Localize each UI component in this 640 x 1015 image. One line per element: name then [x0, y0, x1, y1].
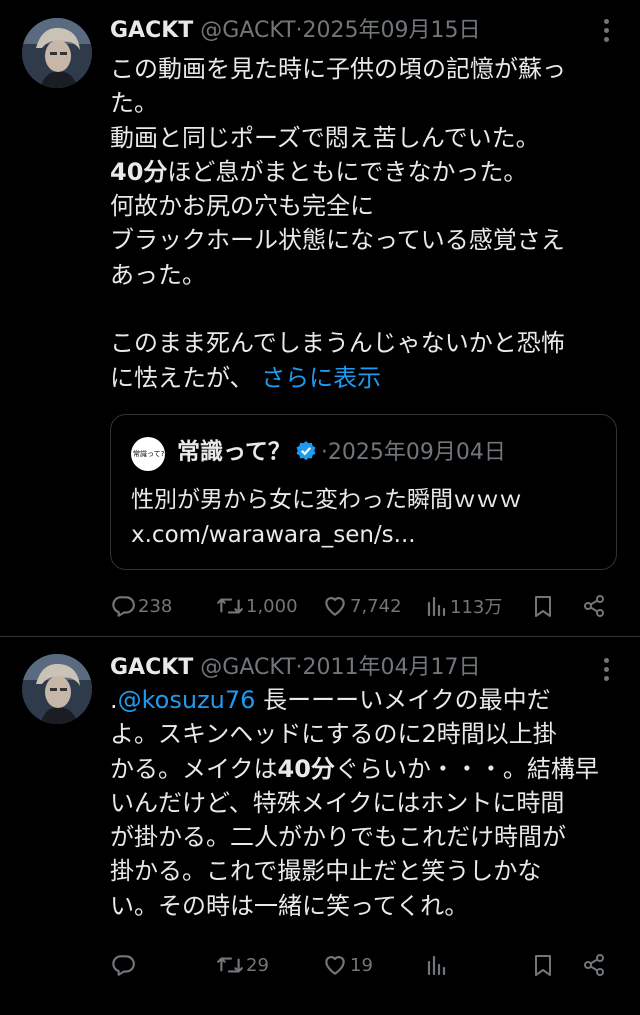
quote-avatar-text: 常識って?	[133, 450, 165, 458]
author-handle[interactable]: @GACKT	[200, 655, 295, 680]
bookmark-button[interactable]	[532, 950, 556, 980]
tweet-line-text: に怯えたが、	[110, 363, 254, 392]
quote-text: 性別が男から女に変わった瞬間ｗｗｗ x.com/warawara_sen/s..…	[131, 483, 611, 552]
share-icon	[584, 954, 604, 976]
views-button[interactable]: 113万	[426, 591, 502, 621]
mention-link[interactable]: @kosuzu76	[118, 686, 256, 714]
tweet-line: .@kosuzu76 長ーーーいメイクの最中だ	[110, 683, 625, 717]
retweet-count: 1,000	[246, 595, 298, 617]
reply-icon	[112, 596, 135, 617]
quote-header: 常識って？ ·2025年09月04日	[177, 435, 506, 470]
tweet-line: かる。メイクは40分ぐらいか・・・。結構早	[110, 752, 625, 786]
tweet-line-post: ぐらいか・・・。結構早	[334, 754, 599, 783]
tweet-line: た。	[110, 89, 158, 118]
tweet-line: この動画を見た時に子供の頃の記憶が蘇っ	[110, 55, 566, 83]
author-name[interactable]: GACKT	[110, 655, 193, 680]
tweet-line: 40分ほど息がまともにできなかった。	[110, 155, 625, 189]
like-count: 7,742	[350, 595, 402, 617]
reply-icon	[112, 955, 135, 976]
tweet[interactable]: GACKT @GACKT·2011年04月17日 .@kosuzu76 長ーーー…	[0, 637, 640, 1015]
share-button[interactable]	[582, 950, 608, 980]
views-icon	[427, 955, 446, 976]
retweet-button[interactable]: 29	[216, 950, 269, 980]
tweet-line: よ。スキンヘッドにするのに2時間以上掛	[110, 720, 557, 749]
reply-button[interactable]	[110, 950, 138, 980]
tweet-line: 何故かお尻の穴も完全に	[110, 192, 374, 221]
like-button[interactable]: 19	[322, 950, 373, 980]
tweet-line: が掛かる。二人がかりでもこれだけ時間が	[110, 823, 566, 852]
quote-line: 性別が男から女に変わった瞬間ｗｗｗ	[131, 487, 522, 513]
separator: ·	[320, 440, 328, 465]
tweet-line-pre: かる。メイクは	[110, 754, 278, 783]
tweet-line-rest: ほど息がまともにできなかった。	[167, 157, 528, 186]
tweet-line: 動画と同じポーズで悶え苦しんでいた。	[110, 123, 540, 152]
quote-link[interactable]: x.com/warawara_sen/s...	[131, 518, 611, 553]
views-button[interactable]	[426, 950, 450, 980]
share-icon	[584, 595, 604, 617]
tweet-line: い。その時は一緒に笑ってくれ。	[110, 891, 469, 920]
avatar[interactable]	[22, 654, 92, 724]
retweet-button[interactable]: 1,000	[216, 591, 298, 621]
bookmark-icon	[535, 596, 551, 617]
post-date[interactable]: 2011年04月17日	[303, 655, 481, 680]
bookmark-button[interactable]	[532, 591, 556, 621]
tweet-line: あった。	[110, 260, 206, 289]
view-count: 113万	[450, 597, 503, 618]
like-icon	[325, 597, 345, 616]
tweet-line: いんだけど、特殊メイクにはホントに時間	[110, 788, 565, 817]
retweet-count: 29	[246, 954, 269, 976]
tweet-line: ブラックホール状態になっている感覚さえ	[110, 226, 565, 255]
tweet-text: .@kosuzu76 長ーーーいメイクの最中だ よ。スキンヘッドにするのに2時間…	[110, 683, 625, 923]
action-bar: 29 19	[110, 950, 625, 980]
tweet-line: に怯えたが、 さらに表示	[110, 361, 625, 395]
tweet-text: この動画を見た時に子供の頃の記憶が蘇っ た。 動画と同じポーズで悶え苦しんでいた…	[110, 52, 625, 395]
bold-duration: 40分	[110, 157, 168, 186]
tweet-line	[110, 292, 625, 326]
reply-count: 238	[138, 595, 173, 617]
retweet-icon	[217, 598, 243, 614]
like-count: 19	[350, 954, 373, 976]
verified-badge-icon	[296, 441, 316, 461]
quoted-tweet[interactable]: 常識って? 常識って？ ·2025年09月04日 性別が男から女に変わった瞬間ｗｗ…	[110, 414, 617, 570]
show-more-link[interactable]: さらに表示	[261, 364, 381, 392]
avatar[interactable]	[22, 18, 92, 88]
views-icon	[427, 596, 446, 617]
share-button[interactable]	[582, 591, 608, 621]
author-name[interactable]: GACKT	[110, 18, 193, 43]
bookmark-icon	[535, 955, 551, 976]
separator: ·	[295, 18, 303, 43]
bold-duration: 40分	[277, 754, 335, 783]
tweet-header: GACKT @GACKT·2011年04月17日	[110, 651, 481, 685]
tweet-line: 掛かる。これで撮影中止だと笑うしかな	[110, 857, 542, 886]
mention-prefix: .	[110, 686, 118, 714]
quote-avatar[interactable]: 常識って?	[131, 437, 165, 471]
tweet-header: GACKT @GACKT·2025年09月15日	[110, 14, 481, 48]
like-button[interactable]: 7,742	[322, 591, 402, 621]
reply-button[interactable]: 238	[110, 591, 172, 621]
tweet-line: このまま死んでしまうんじゃないかと恐怖	[110, 329, 565, 358]
separator: ·	[295, 655, 303, 680]
tweet-line-rest: 長ーーーいメイクの最中だ	[255, 686, 551, 714]
action-bar: 238 1,000 7,742 113万	[110, 591, 625, 621]
more-icon[interactable]	[596, 655, 616, 685]
author-handle[interactable]: @GACKT	[200, 18, 295, 43]
quote-author-name[interactable]: 常識って？	[177, 439, 291, 465]
post-date[interactable]: 2025年09月15日	[303, 18, 481, 43]
more-icon[interactable]	[596, 16, 616, 46]
retweet-icon	[217, 957, 243, 973]
like-icon	[325, 956, 345, 975]
quote-date[interactable]: 2025年09月04日	[328, 440, 506, 465]
tweet[interactable]: GACKT @GACKT·2025年09月15日 この動画を見た時に子供の頃の記…	[0, 0, 640, 637]
